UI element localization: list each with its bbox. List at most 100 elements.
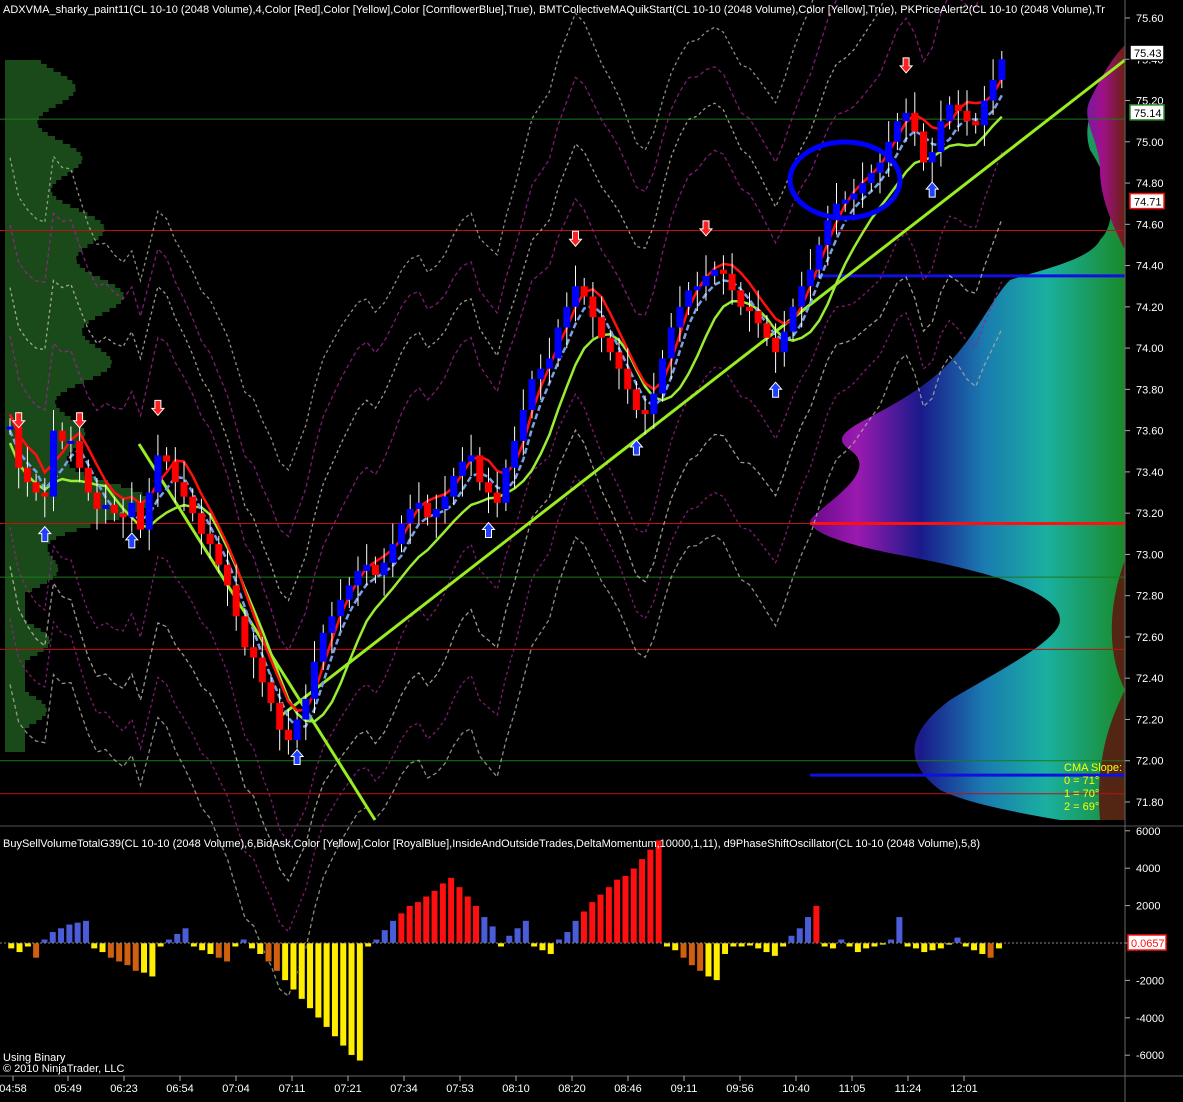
profile-bar bbox=[5, 688, 25, 692]
candle bbox=[763, 323, 771, 338]
volume-bar bbox=[704, 942, 712, 977]
x-tick-label: 09:11 bbox=[671, 1083, 698, 1095]
profile-bar bbox=[5, 532, 66, 536]
candle bbox=[50, 430, 57, 497]
profile-bar bbox=[5, 564, 58, 568]
candle bbox=[458, 461, 466, 477]
candle bbox=[197, 513, 205, 534]
candle bbox=[859, 183, 867, 194]
buy-arrow-icon bbox=[290, 748, 305, 765]
candle bbox=[110, 504, 118, 514]
profile-bar bbox=[5, 176, 62, 180]
y-tick-label: 74.80 bbox=[1136, 178, 1164, 190]
candle bbox=[998, 59, 1006, 80]
profile-bar bbox=[5, 368, 108, 372]
volume-profile-left bbox=[5, 60, 151, 752]
candle bbox=[93, 492, 101, 510]
profile-bar bbox=[5, 288, 121, 292]
profile-bar bbox=[5, 120, 38, 124]
volume-bar bbox=[787, 935, 795, 944]
profile-bar bbox=[5, 296, 124, 300]
y-tick-label: 73.40 bbox=[1136, 467, 1164, 479]
profile-bar bbox=[5, 660, 25, 664]
profile-bar bbox=[5, 88, 76, 92]
volume-bar bbox=[779, 942, 787, 947]
profile-bar bbox=[5, 732, 25, 736]
y-tick-label: 73.60 bbox=[1136, 426, 1164, 438]
candle bbox=[824, 220, 832, 245]
candle bbox=[258, 657, 266, 683]
candle bbox=[502, 467, 510, 503]
volume-bar bbox=[995, 942, 1003, 949]
profile-bar bbox=[5, 700, 42, 704]
candle bbox=[163, 455, 171, 462]
candle bbox=[267, 682, 275, 703]
volume-bar bbox=[821, 942, 829, 947]
candle bbox=[467, 455, 475, 462]
profile-bar bbox=[5, 328, 83, 332]
volume-bar bbox=[721, 942, 729, 955]
profile-bar bbox=[5, 264, 80, 268]
ma-green bbox=[8, 115, 1003, 723]
volume-bar bbox=[140, 942, 148, 974]
ma-red bbox=[8, 78, 1003, 713]
volume-bar bbox=[265, 942, 273, 962]
candle bbox=[780, 331, 788, 353]
volume-bar bbox=[65, 924, 73, 944]
volume-bar bbox=[962, 942, 970, 947]
volume-bar bbox=[148, 942, 156, 977]
profile-bar bbox=[5, 344, 96, 348]
profile-bar bbox=[5, 128, 43, 132]
x-tick-label: 08:46 bbox=[614, 1083, 642, 1095]
candle bbox=[946, 104, 954, 122]
y-tick-label: 74.60 bbox=[1136, 219, 1164, 231]
candle bbox=[920, 131, 927, 163]
candle bbox=[641, 410, 649, 415]
candle bbox=[519, 410, 527, 441]
profile-bar bbox=[5, 144, 71, 148]
candle bbox=[232, 585, 240, 617]
profile-bar bbox=[5, 724, 30, 728]
volume-bar bbox=[223, 942, 231, 962]
profile-bar bbox=[5, 620, 28, 624]
profile-bar bbox=[5, 560, 56, 564]
profile-bar bbox=[5, 164, 79, 168]
volume-bar bbox=[929, 942, 937, 951]
volume-bar bbox=[298, 942, 306, 1000]
volume-profile-right bbox=[810, 45, 1125, 820]
volume-bar bbox=[829, 942, 837, 949]
candle bbox=[189, 496, 197, 514]
candle bbox=[972, 121, 980, 126]
candle bbox=[450, 476, 458, 497]
candle bbox=[119, 513, 127, 518]
x-tick-label: 09:56 bbox=[726, 1083, 754, 1095]
profile-bar bbox=[5, 692, 30, 696]
candle bbox=[76, 440, 84, 468]
volume-bar bbox=[696, 942, 704, 972]
candle bbox=[954, 104, 962, 111]
profile-bar bbox=[5, 580, 48, 584]
x-tick-label: 11:05 bbox=[839, 1083, 866, 1095]
candle bbox=[180, 482, 188, 497]
candle bbox=[485, 482, 492, 493]
volume-bar bbox=[530, 942, 538, 947]
profile-bar bbox=[5, 676, 25, 680]
x-tick-label: 06:23 bbox=[110, 1083, 138, 1095]
profile-bar bbox=[5, 60, 42, 64]
time-axis: 04:58 05:49 06:23 06:54 07:04 07:11 07:21 07:34… bbox=[0, 1076, 978, 1095]
profile-bar bbox=[5, 68, 54, 72]
candle bbox=[241, 616, 249, 648]
price-panel-title: ADXVMA_sharky_paint11(CL 10-10 (2048 Vol… bbox=[3, 4, 1105, 16]
candle bbox=[250, 647, 258, 658]
candle bbox=[867, 172, 875, 184]
candle bbox=[911, 112, 919, 132]
volume-bar bbox=[364, 942, 372, 947]
cma-slope-line: 2 = 69° bbox=[1064, 801, 1100, 813]
volume-bar bbox=[389, 920, 397, 944]
candle bbox=[563, 306, 571, 328]
chart-canvas: 75.6075.4075.2075.0074.8074.6074.4074.20… bbox=[0, 0, 1183, 1102]
volume-bar bbox=[173, 933, 181, 944]
candle bbox=[702, 275, 710, 287]
profile-bar bbox=[5, 728, 25, 732]
cma-slope-line: 0 = 71° bbox=[1064, 775, 1100, 787]
